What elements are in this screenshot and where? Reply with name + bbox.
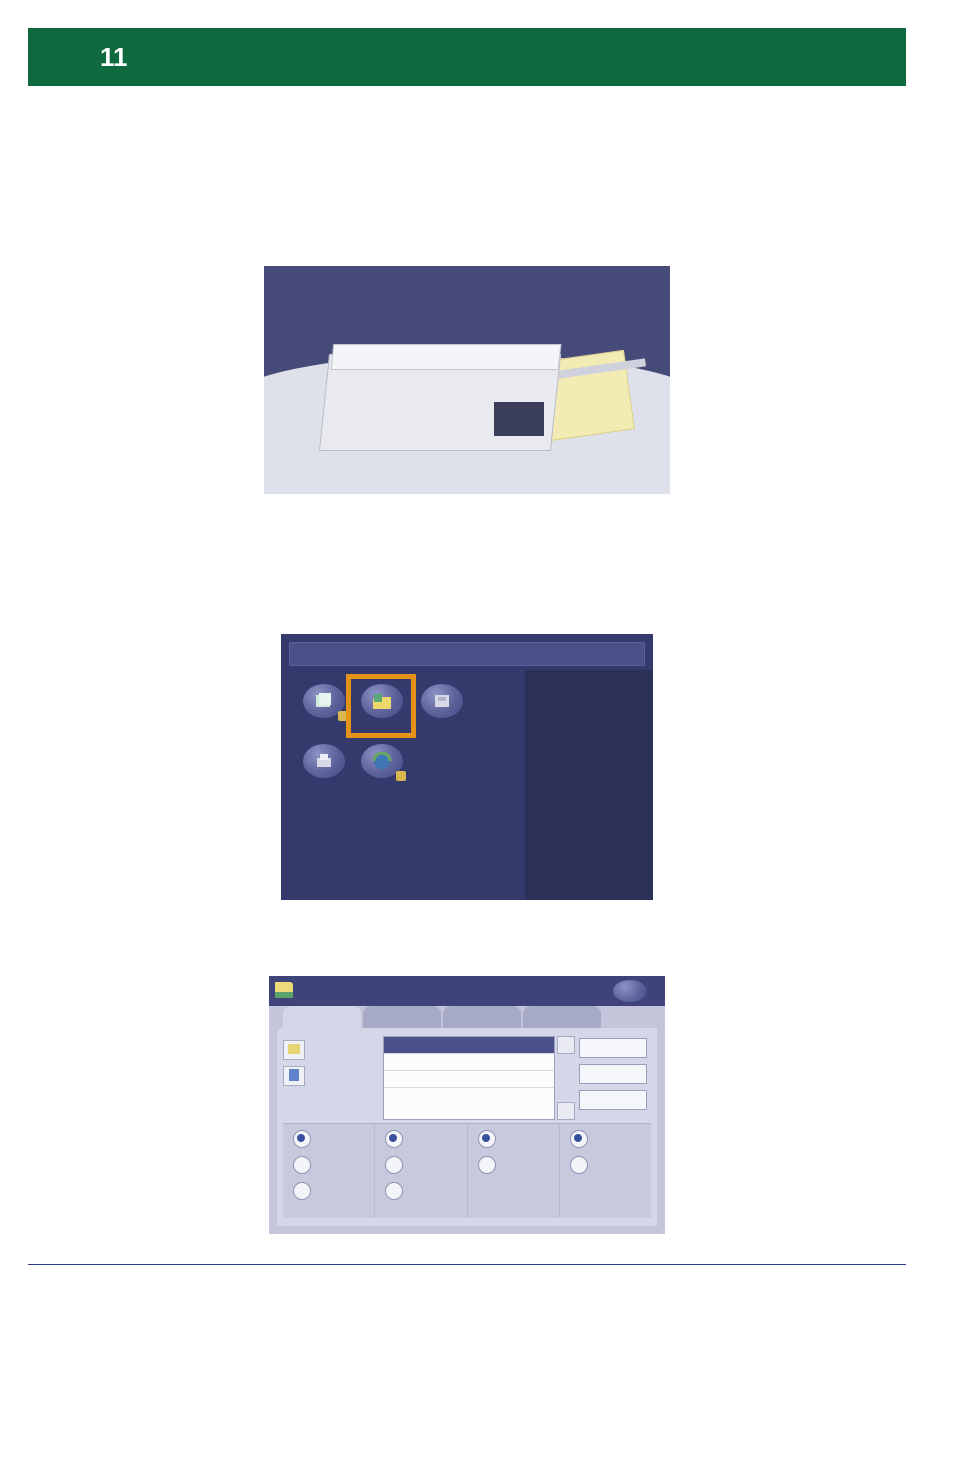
scanner-slot — [494, 402, 544, 436]
options-grid — [283, 1123, 651, 1218]
action-button-2[interactable] — [579, 1064, 647, 1084]
option-column — [283, 1124, 374, 1218]
action-button-3[interactable] — [579, 1090, 647, 1110]
chapter-number: 11 — [100, 42, 128, 73]
option-radio[interactable] — [385, 1182, 403, 1200]
tab-strip — [283, 1006, 601, 1028]
option-column — [559, 1124, 651, 1218]
option-radio[interactable] — [293, 1182, 311, 1200]
option-radio[interactable] — [570, 1156, 588, 1174]
folder-icon — [275, 982, 293, 998]
services-screen-illustration — [281, 634, 653, 900]
option-radio[interactable] — [570, 1130, 588, 1148]
option-column — [467, 1124, 559, 1218]
tab-panel — [277, 1028, 657, 1226]
services-home-icon[interactable] — [613, 980, 647, 1002]
copy-service-icon[interactable] — [303, 684, 345, 718]
scanner-lid — [331, 344, 562, 370]
tab-4[interactable] — [523, 1006, 601, 1028]
list-selected-row[interactable] — [384, 1037, 554, 1053]
footer-divider — [28, 1264, 906, 1265]
lock-icon — [396, 771, 406, 781]
tab-2[interactable] — [363, 1006, 441, 1028]
scroll-down-button[interactable] — [557, 1102, 575, 1120]
scroll-up-button[interactable] — [557, 1036, 575, 1054]
side-folder-button[interactable] — [283, 1040, 305, 1060]
selection-highlight — [346, 674, 416, 738]
internet-services-icon[interactable] — [361, 744, 403, 778]
tab-3[interactable] — [443, 1006, 521, 1028]
action-button-1[interactable] — [579, 1038, 647, 1058]
screen-title-bar — [289, 642, 645, 666]
option-radio[interactable] — [385, 1130, 403, 1148]
option-radio[interactable] — [478, 1130, 496, 1148]
settings-screen-illustration — [269, 976, 665, 1234]
option-radio[interactable] — [293, 1156, 311, 1174]
tab-1[interactable] — [283, 1006, 361, 1028]
settings-title-bar — [269, 976, 665, 1006]
print-service-icon[interactable] — [303, 744, 345, 778]
screen-side-panel — [525, 670, 653, 900]
fax-service-icon[interactable] — [421, 684, 463, 718]
list-row[interactable] — [384, 1087, 554, 1104]
template-list[interactable] — [383, 1036, 555, 1120]
option-radio[interactable] — [385, 1156, 403, 1174]
option-column — [374, 1124, 466, 1218]
chapter-header-bar: 11 — [28, 28, 906, 86]
list-row[interactable] — [384, 1053, 554, 1070]
option-radio[interactable] — [293, 1130, 311, 1148]
scanner-illustration — [264, 266, 670, 494]
list-row[interactable] — [384, 1070, 554, 1087]
option-radio[interactable] — [478, 1156, 496, 1174]
side-page-button[interactable] — [283, 1066, 305, 1086]
